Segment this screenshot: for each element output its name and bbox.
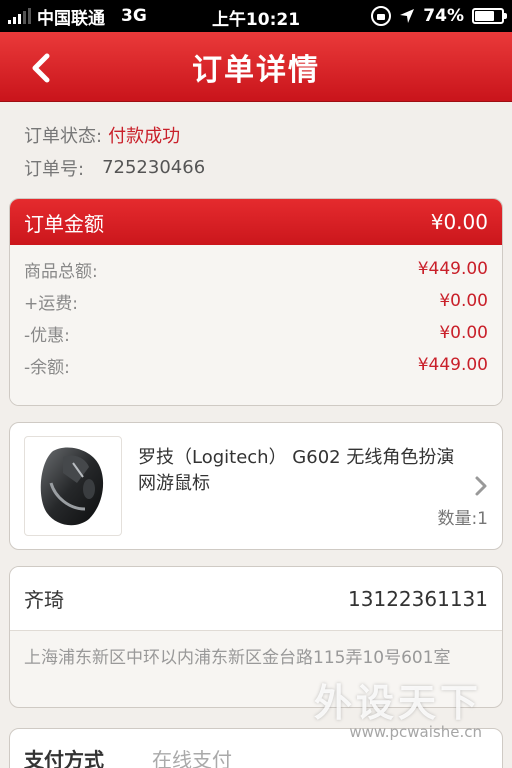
- payment-method-label: 支付方式: [24, 747, 104, 768]
- order-number-value: 725230466: [102, 157, 206, 178]
- battery-icon: [472, 8, 507, 24]
- recipient-row: 齐琦 13122361131: [10, 567, 502, 631]
- chevron-left-icon: [32, 53, 50, 83]
- amount-breakdown: 商品总额: ¥449.00 +运费: ¥0.00 -优惠: ¥0.00 -余额:…: [10, 245, 502, 405]
- recipient-name: 齐琦: [24, 588, 64, 612]
- mouse-product-image: [40, 447, 104, 526]
- amount-row-label: 商品总额:: [24, 261, 98, 282]
- amount-row-label: -余额:: [24, 357, 70, 378]
- amount-row-value: ¥449.00: [417, 259, 488, 279]
- amount-row-value: ¥0.00: [439, 323, 488, 343]
- battery-level: [475, 11, 494, 21]
- order-status-row: 订单状态: 付款成功: [24, 118, 488, 151]
- product-item[interactable]: 罗技（Logitech） G602 无线角色扮演网游鼠标 数量:1: [9, 422, 503, 550]
- order-amount-card: 订单金额 ¥0.00 商品总额: ¥449.00 +运费: ¥0.00 -优惠:…: [9, 198, 503, 406]
- watermark: 外设天下 www.pcwaishe.cn: [314, 672, 482, 741]
- order-status-label: 订单状态:: [24, 125, 103, 147]
- watermark-title: 外设天下: [313, 680, 482, 725]
- product-name: 罗技（Logitech） G602 无线角色扮演网游鼠标: [138, 447, 455, 494]
- recipient-phone: 13122361131: [348, 586, 488, 611]
- amount-row-label: +运费:: [24, 293, 78, 314]
- nav-bar: 订单详情: [0, 32, 512, 102]
- back-button[interactable]: [18, 46, 62, 90]
- amount-row-value: ¥449.00: [417, 355, 488, 375]
- amount-row-subtotal: 商品总额: ¥449.00: [24, 253, 488, 285]
- status-right: 74%: [371, 0, 507, 32]
- product-quantity: 数量:1: [437, 509, 488, 529]
- status-bar: 中国联通 3G 上午10:21 74%: [0, 0, 512, 32]
- order-amount-header: 订单金额 ¥0.00: [10, 199, 502, 245]
- amount-row-discount: -优惠: ¥0.00: [24, 317, 488, 349]
- amount-row-balance: -余额: ¥449.00: [24, 349, 488, 381]
- order-info: 订单状态: 付款成功 订单号: 725230466: [24, 118, 488, 184]
- order-amount-label: 订单金额: [24, 211, 104, 236]
- page-title: 订单详情: [192, 52, 320, 88]
- order-number-label: 订单号:: [24, 158, 85, 180]
- order-number-row: 订单号: 725230466: [24, 151, 488, 184]
- order-amount-value: ¥0.00: [430, 210, 488, 234]
- product-thumbnail: [24, 436, 122, 536]
- rotation-lock-icon: [371, 6, 392, 26]
- battery-percent: 74%: [423, 6, 464, 26]
- chevron-right-icon: [475, 476, 487, 496]
- order-status-value: 付款成功: [108, 125, 181, 147]
- amount-row-value: ¥0.00: [439, 291, 488, 311]
- payment-method-value: 在线支付: [152, 747, 232, 768]
- amount-row-label: -优惠:: [24, 325, 70, 346]
- amount-row-shipping: +运费: ¥0.00: [24, 285, 488, 317]
- location-arrow-icon: [399, 8, 415, 24]
